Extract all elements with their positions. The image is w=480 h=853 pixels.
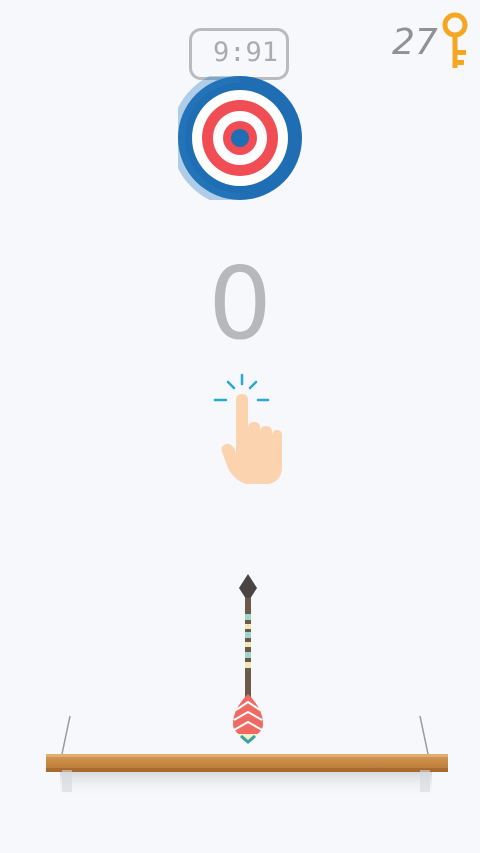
tap-hand-icon — [213, 373, 282, 484]
timer-text: 9:91 — [212, 37, 278, 68]
wooden-shelf — [46, 715, 448, 798]
score-counter: 0 — [208, 245, 272, 362]
key-icon — [442, 12, 468, 68]
timer-box: 9:91 — [189, 28, 289, 80]
keys-count: 27 — [392, 22, 438, 63]
bullseye-target-icon — [178, 76, 302, 200]
game-screen[interactable]: 9:91 27 0 — [0, 0, 480, 853]
